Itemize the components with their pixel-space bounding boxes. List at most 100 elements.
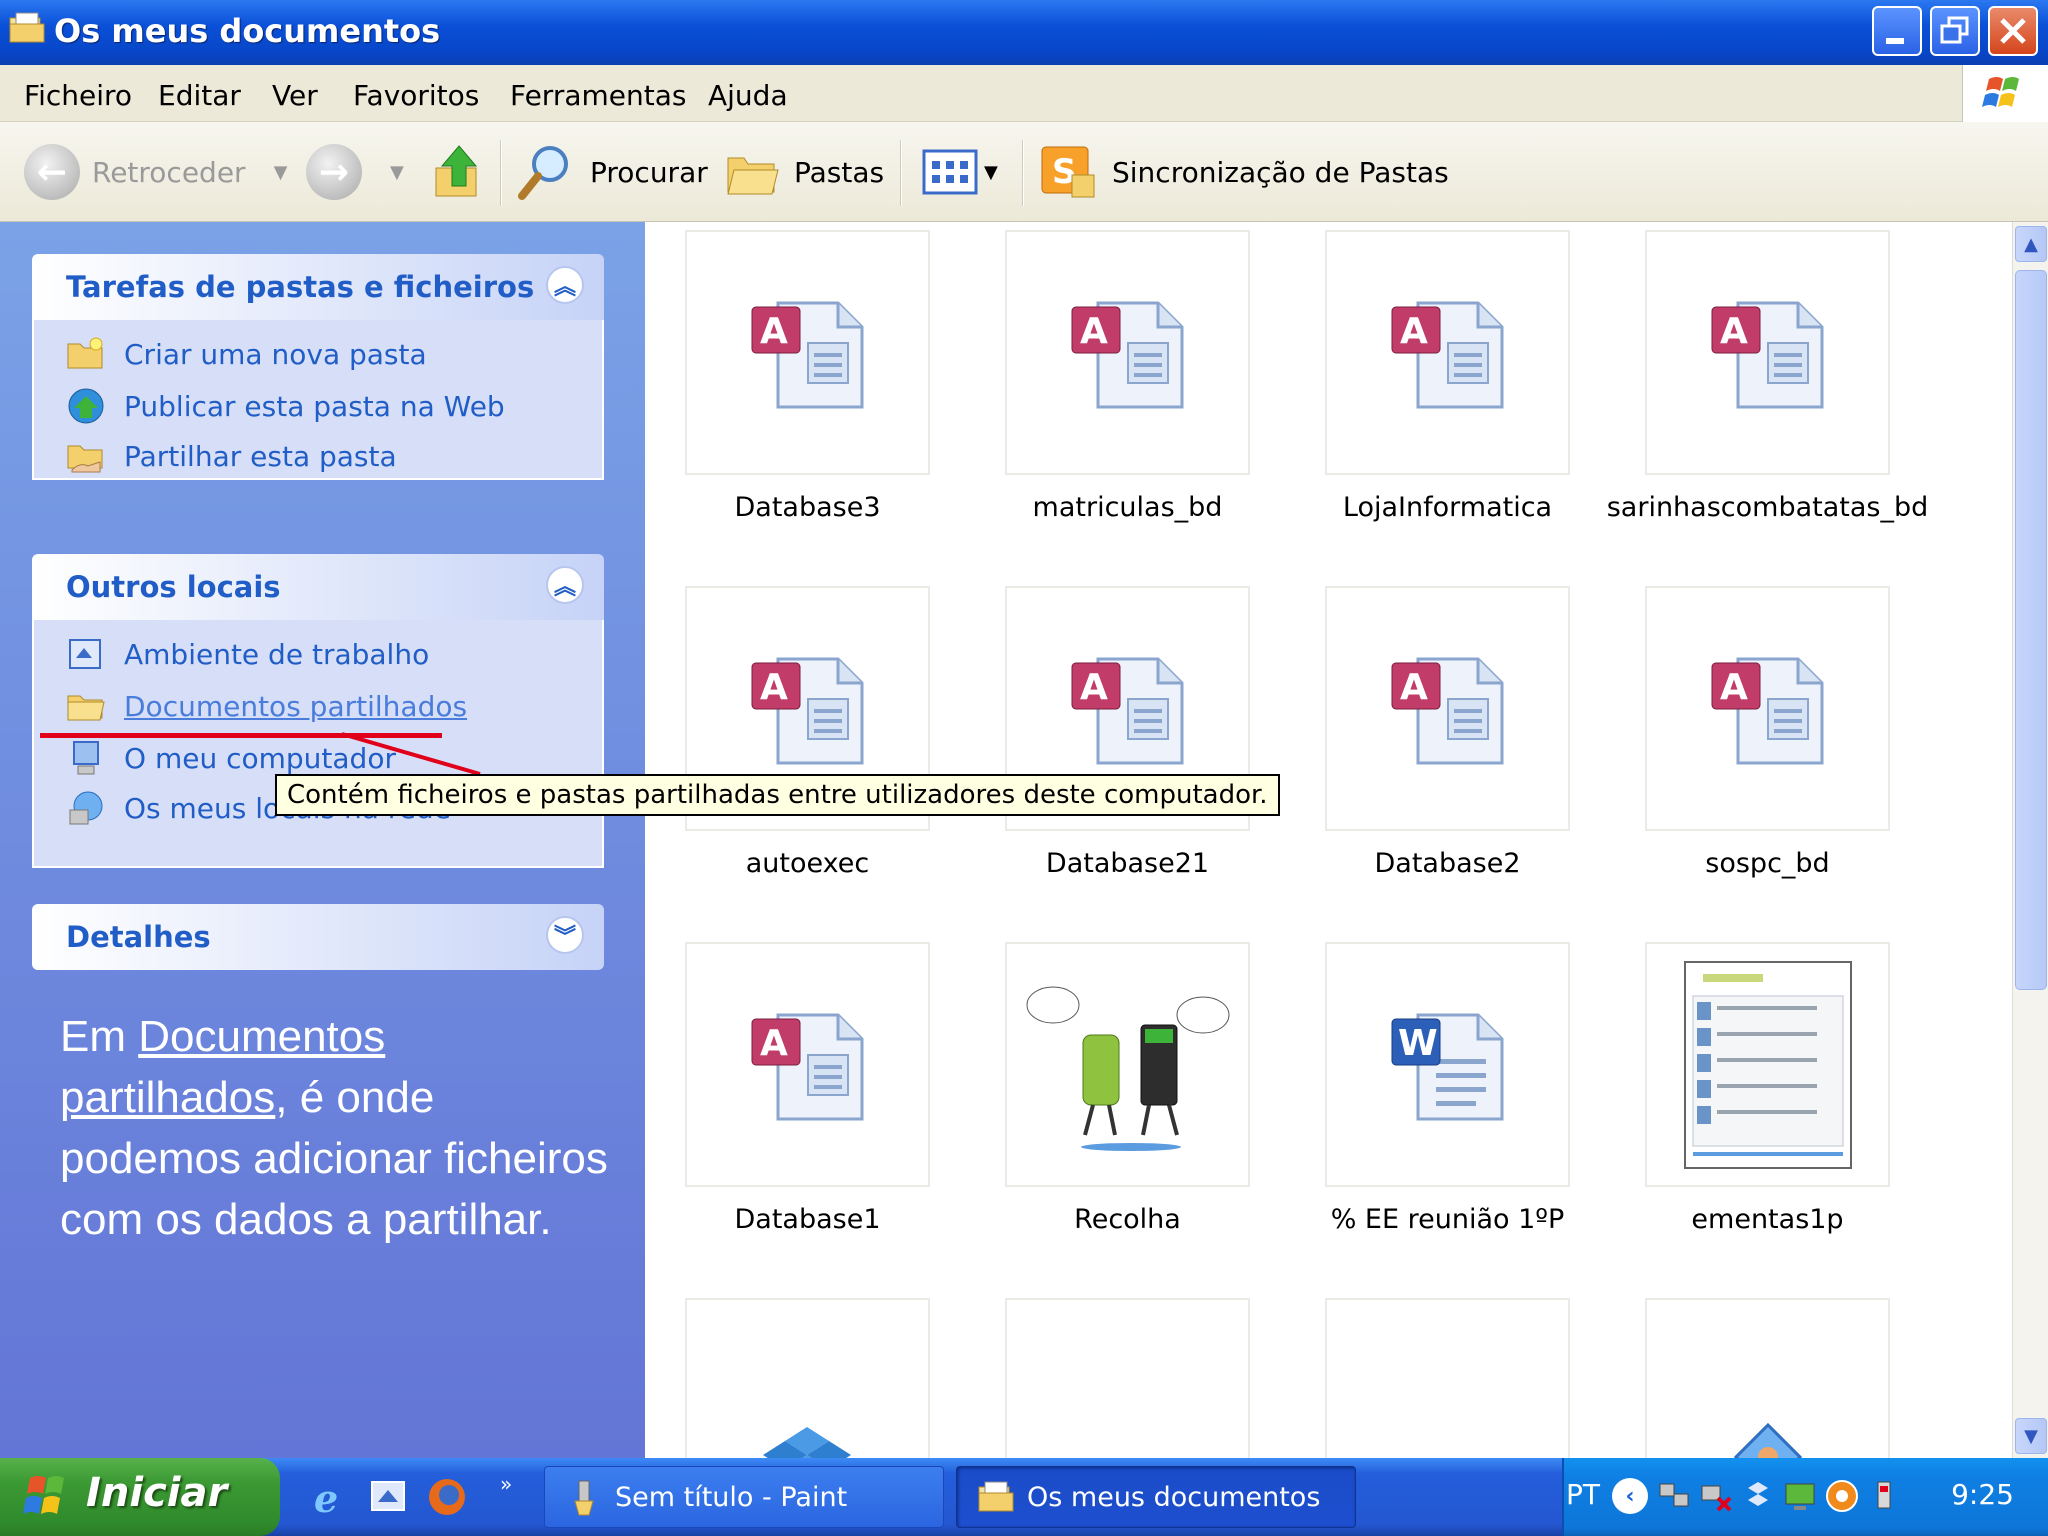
network-places-icon <box>69 791 103 825</box>
system-tray: PT ‹ 9:25 <box>1562 1458 2048 1536</box>
file-name: matriculas_bd <box>1032 492 1223 523</box>
svg-text:A: A <box>1080 667 1108 708</box>
svg-text:e: e <box>314 1476 338 1518</box>
taskbar-my-documents[interactable]: Os meus documentos <box>956 1466 1356 1528</box>
dropbox-icon[interactable] <box>1740 1478 1776 1514</box>
views-icon <box>922 149 978 195</box>
chevron-right-icon[interactable]: » <box>500 1472 512 1496</box>
svg-text:A: A <box>1080 311 1108 352</box>
file-name: % EE reunião 1ºP <box>1330 1204 1565 1235</box>
monitor-icon[interactable] <box>1782 1478 1818 1514</box>
file-name: sospc_bd <box>1705 848 1830 879</box>
taskbar-paint[interactable]: Sem título - Paint <box>544 1466 944 1528</box>
windows-logo <box>1962 65 2048 122</box>
show-hidden-icons-button[interactable]: ‹ <box>1612 1478 1648 1514</box>
up-folder-button[interactable] <box>432 122 486 222</box>
collapse-icon[interactable]: ︽ <box>546 566 584 604</box>
desktop-icon <box>69 639 101 669</box>
menu-editar[interactable]: Editar <box>158 79 241 112</box>
minimize-button[interactable] <box>1872 6 1922 56</box>
toolbar-separator <box>900 140 902 206</box>
title-bar[interactable]: Os meus documentos <box>0 0 2048 65</box>
task-publish-web[interactable]: Publicar esta pasta na Web <box>66 386 505 426</box>
search-label: Procurar <box>590 155 708 189</box>
access-file-icon: A <box>1645 586 1890 831</box>
details-panel-header[interactable]: Detalhes ︾ <box>32 904 604 970</box>
shared-pictures-folder-icon <box>1645 1298 1890 1458</box>
clock[interactable]: 9:25 <box>1951 1478 2014 1511</box>
file-name: sarinhascombatatas_bd <box>1606 492 1929 523</box>
antivirus-icon[interactable] <box>1824 1478 1860 1514</box>
language-indicator[interactable]: PT <box>1564 1478 1600 1511</box>
firefox-icon[interactable] <box>426 1476 468 1518</box>
usb-device-icon[interactable] <box>1866 1478 1902 1514</box>
back-button[interactable]: ← Retroceder ▼ <box>24 122 287 222</box>
left-task-pane: Tarefas de pastas e ficheiros ︽ Criar um… <box>0 222 645 1458</box>
toolbar: ← Retroceder ▼ → ▼ Procurar Pastas ▼ S S… <box>0 122 2048 222</box>
close-icon <box>2000 18 2026 44</box>
file-name: Recolha <box>1074 1204 1181 1235</box>
restore-button[interactable] <box>1930 6 1980 56</box>
file-name: Database2 <box>1374 848 1521 879</box>
search-button[interactable]: Procurar <box>516 122 708 222</box>
folders-button[interactable]: Pastas <box>724 122 884 222</box>
explanation-link-documents: Documentos <box>138 1012 386 1061</box>
access-file-icon: A <box>1325 586 1570 831</box>
explanation-suffix: , é onde <box>275 1073 435 1122</box>
views-button[interactable]: ▼ <box>922 122 998 222</box>
network-icon[interactable] <box>1656 1478 1692 1514</box>
access-file-icon: A <box>1645 230 1890 475</box>
folders-icon <box>727 157 779 195</box>
tasks-panel-body: Criar uma nova pasta Publicar esta pasta… <box>32 320 604 480</box>
scroll-up-button[interactable]: ▲ <box>2015 226 2047 262</box>
place-desktop[interactable]: Ambiente de trabalho <box>66 634 429 674</box>
svg-text:A: A <box>760 1023 788 1064</box>
show-desktop-icon[interactable] <box>368 1476 410 1518</box>
share-folder-icon <box>67 445 103 473</box>
minimize-icon <box>1886 38 1904 44</box>
taskbar-task-label: Sem título - Paint <box>615 1481 848 1513</box>
explanation-line3: podemos adicionar ficheiros <box>60 1134 608 1183</box>
explanation-line4: com os dados a partilhar. <box>60 1195 552 1244</box>
internet-explorer-icon[interactable]: e <box>310 1476 352 1518</box>
menu-favoritos[interactable]: Favoritos <box>353 79 479 112</box>
close-button[interactable] <box>1988 6 2038 56</box>
paint-icon <box>574 1480 594 1516</box>
explanation-link-shared: partilhados <box>60 1073 276 1122</box>
tasks-panel-title: Tarefas de pastas e ficheiros <box>66 270 535 304</box>
place-label: Ambiente de trabalho <box>124 637 430 671</box>
menu-ficheiro[interactable]: Ficheiro <box>24 79 132 112</box>
places-panel-header[interactable]: Outros locais ︽ <box>32 554 604 620</box>
chevron-down-icon[interactable]: ▼ <box>274 162 288 183</box>
menu-bar: Ficheiro Editar Ver Favoritos Ferramenta… <box>0 65 2048 122</box>
menu-ferramentas[interactable]: Ferramentas <box>510 79 686 112</box>
task-new-folder[interactable]: Criar uma nova pasta <box>66 334 427 374</box>
menu-ajuda[interactable]: Ajuda <box>708 79 788 112</box>
explanation-prefix: Em <box>60 1012 139 1061</box>
places-panel-title: Outros locais <box>66 570 281 604</box>
back-arrow-icon: ← <box>24 144 80 200</box>
menu-ver[interactable]: Ver <box>272 79 318 112</box>
start-button[interactable]: Iniciar <box>0 1458 280 1536</box>
file-name: Database1 <box>734 1204 881 1235</box>
back-label: Retroceder <box>92 155 246 189</box>
vertical-scrollbar[interactable]: ▲ ▼ <box>2012 222 2048 1458</box>
file-name: ementas1p <box>1691 1204 1844 1235</box>
toolbar-separator <box>1022 140 1024 206</box>
forward-button[interactable]: → ▼ <box>306 122 404 222</box>
expand-icon[interactable]: ︾ <box>546 916 584 954</box>
svg-text:A: A <box>1720 667 1748 708</box>
collapse-icon[interactable]: ︽ <box>546 266 584 304</box>
task-share-folder[interactable]: Partilhar esta pasta <box>66 436 397 476</box>
network-disconnected-icon[interactable] <box>1698 1478 1734 1514</box>
place-shared-documents[interactable]: Documentos partilhados <box>66 686 467 726</box>
up-folder-icon <box>435 145 478 197</box>
my-computer-icon <box>73 741 99 775</box>
tasks-panel-header[interactable]: Tarefas de pastas e ficheiros ︽ <box>32 254 604 320</box>
scroll-down-button[interactable]: ▼ <box>2015 1418 2047 1454</box>
sync-folders-button[interactable]: S Sincronização de Pastas <box>1040 122 1449 222</box>
my-documents-icon <box>978 1481 1014 1512</box>
file-name: autoexec <box>745 848 870 879</box>
chevron-down-icon[interactable]: ▼ <box>390 162 404 183</box>
scrollbar-thumb[interactable] <box>2015 270 2047 990</box>
